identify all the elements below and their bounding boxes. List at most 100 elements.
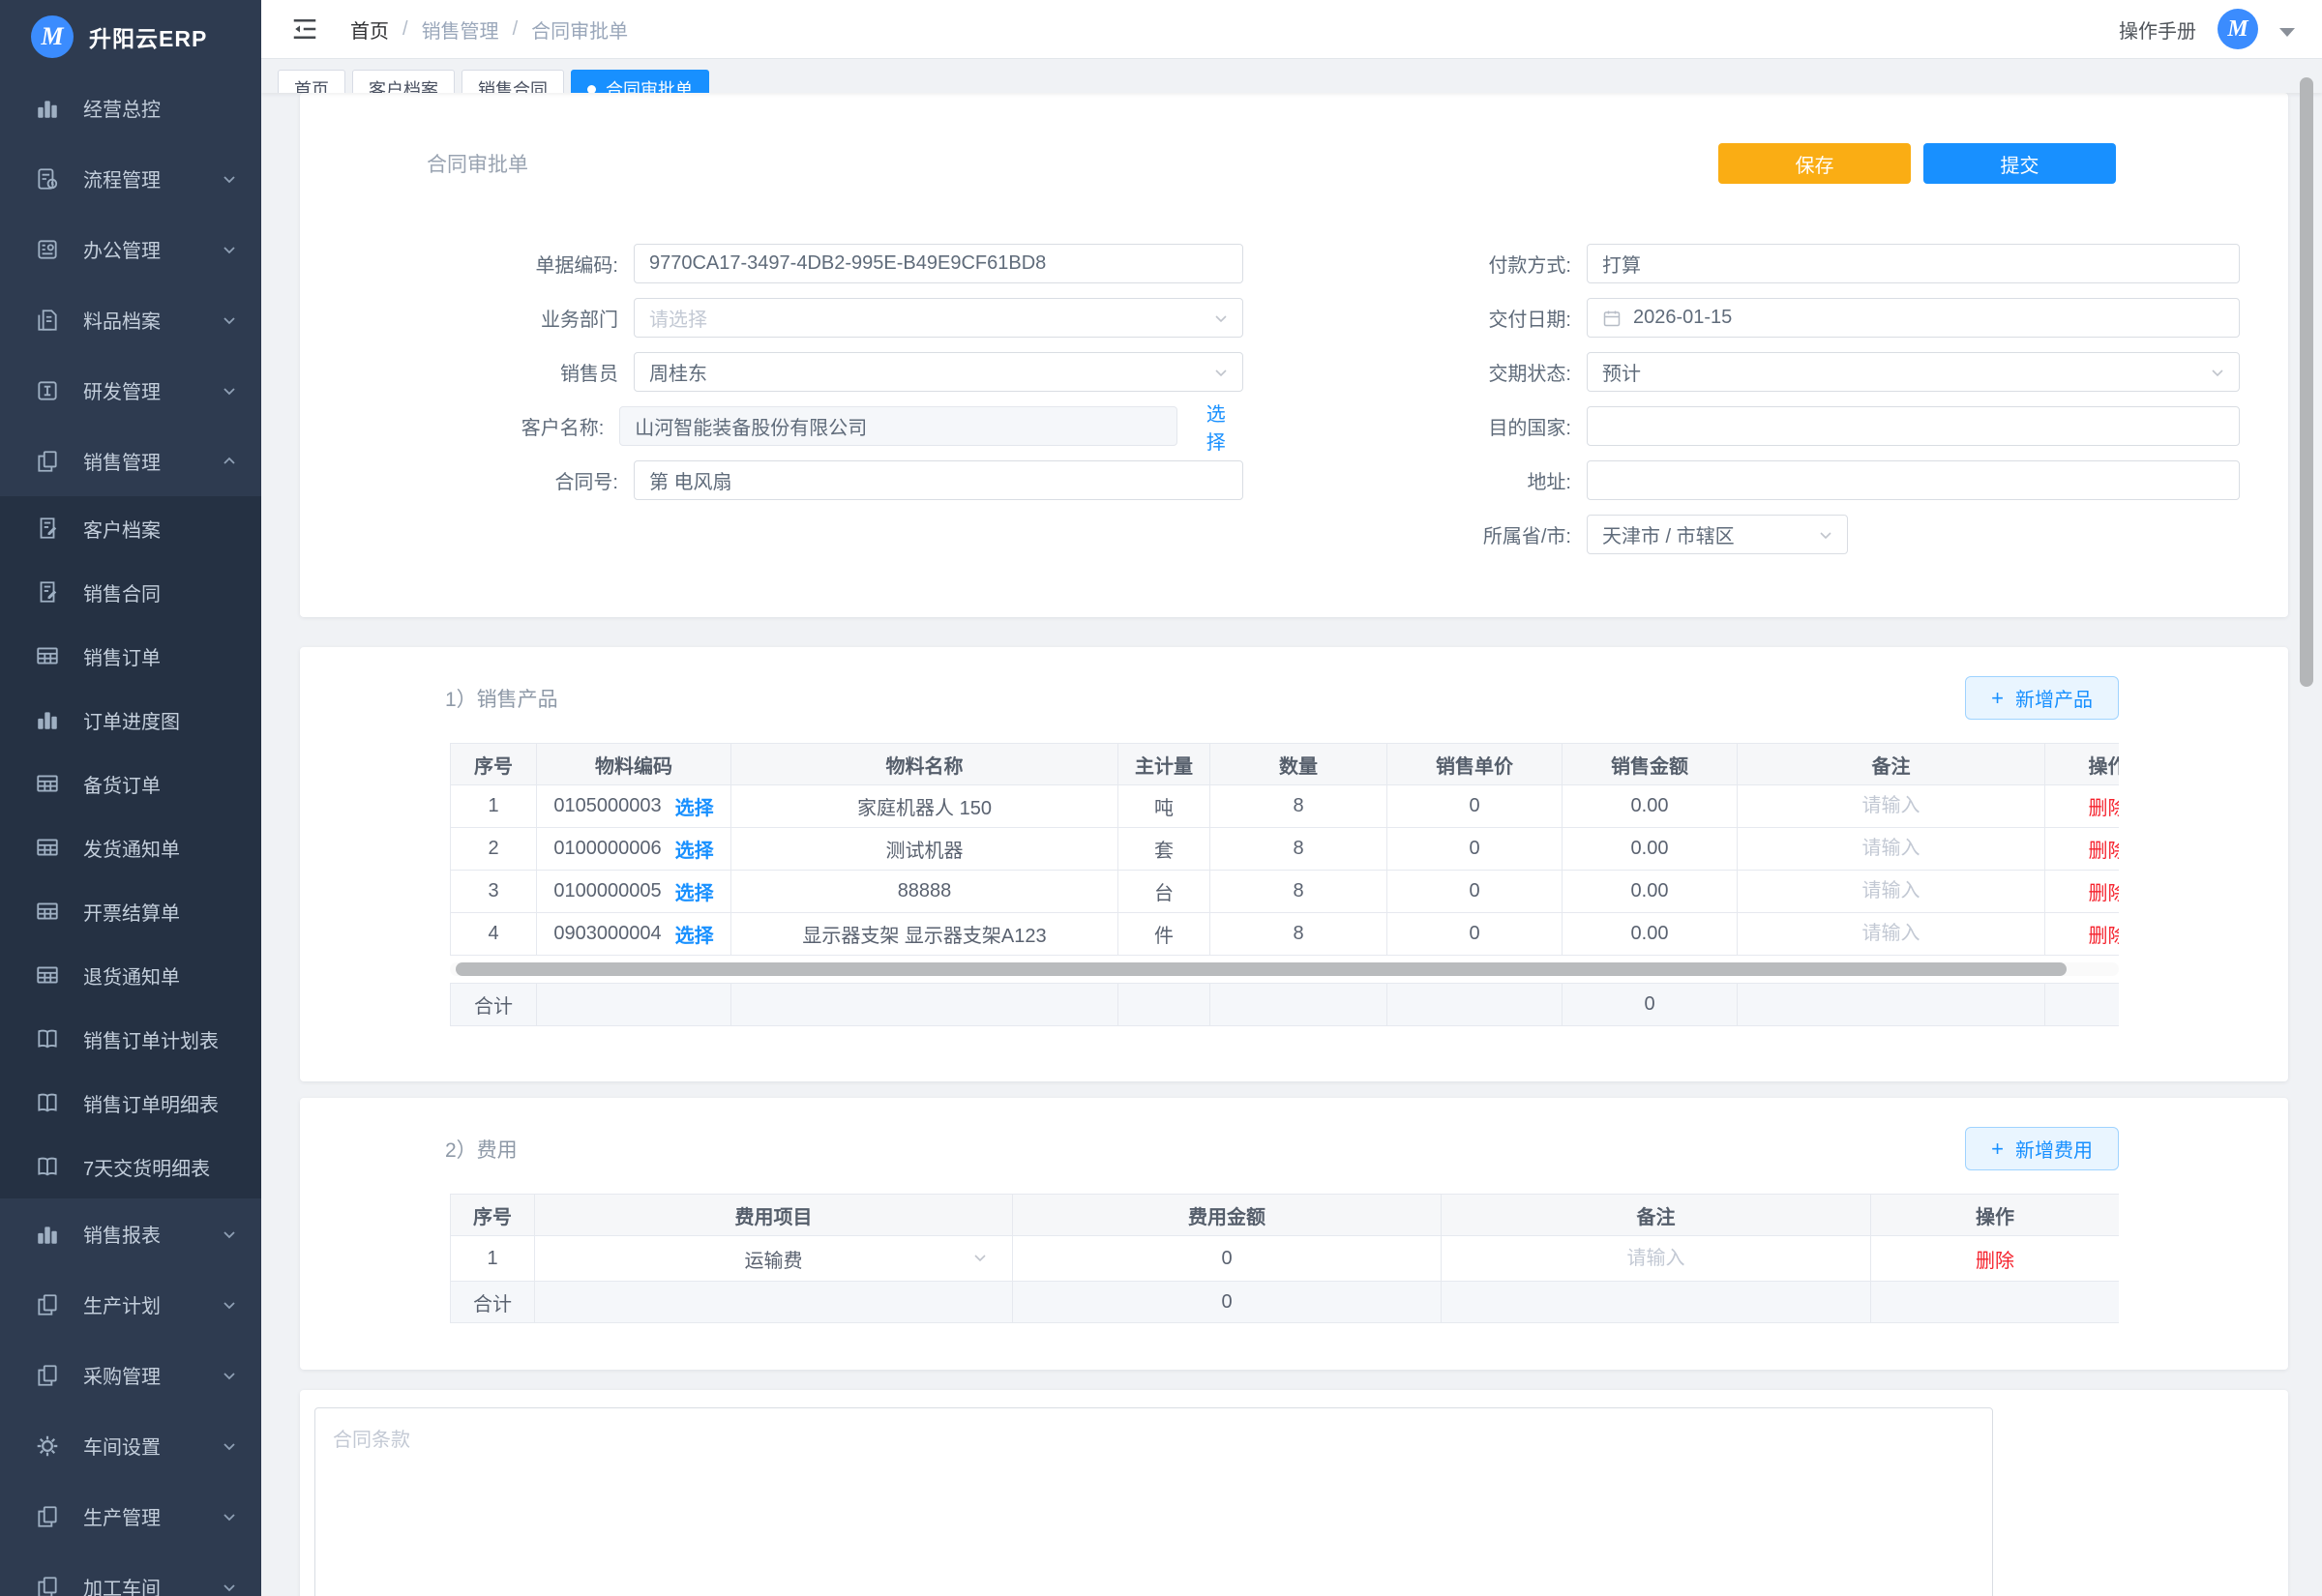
fee-item-select[interactable]: 运输费	[535, 1236, 1013, 1282]
sidebar-item-return-notice[interactable]: 退货通知单	[0, 943, 261, 1007]
chevron-up-icon	[223, 455, 236, 468]
remark-input[interactable]	[1750, 923, 2033, 945]
sidebar-item-processing-workshop[interactable]: 加工车间	[0, 1552, 261, 1596]
delivery-status-select[interactable]: 预计	[1587, 352, 2240, 392]
content: 合同审批单 保存 提交 单据编码: 业务部门 请选择	[261, 93, 2322, 1596]
tab-contract-approval[interactable]: 合同审批单	[571, 70, 709, 93]
col-header-action: 操作	[1871, 1195, 2120, 1236]
sidebar-item-process-mgmt[interactable]: 流程管理	[0, 143, 261, 214]
doc-edit-icon	[35, 579, 60, 605]
copy-doc-icon	[35, 1363, 60, 1388]
col-header-no: 序号	[451, 1195, 535, 1236]
sidebar-item-label: 备货订单	[83, 770, 161, 798]
sidebar-item-production-mgmt[interactable]: 生产管理	[0, 1481, 261, 1552]
submit-button[interactable]: 提交	[1923, 143, 2116, 184]
sidebar-item-sales-order[interactable]: 销售订单	[0, 624, 261, 688]
app-logo[interactable]: M 升阳云ERP	[0, 0, 261, 73]
delete-row-link[interactable]: 删除	[2089, 926, 2120, 947]
tab-home[interactable]: 首页	[278, 70, 345, 93]
customer-select-link[interactable]: 选择	[1206, 399, 1243, 455]
material-code: 0903000004	[553, 923, 661, 945]
remark-input[interactable]	[1750, 838, 2033, 860]
select-material-link[interactable]: 选择	[675, 920, 714, 948]
sidebar-item-sales-order-plan[interactable]: 销售订单计划表	[0, 1007, 261, 1071]
sidebar-item-label: 销售管理	[83, 447, 161, 475]
table-row: 3 0100000005选择 88888 台 8 0 0.00 删除	[451, 871, 2120, 913]
flow-doc-icon	[35, 166, 60, 192]
total-amount: 0	[1013, 1282, 1442, 1323]
manual-link[interactable]: 操作手册	[2119, 15, 2196, 44]
tab-label: 首页	[294, 76, 329, 93]
sidebar-item-sales-report[interactable]: 销售报表	[0, 1198, 261, 1269]
sidebar-item-order-progress-chart[interactable]: 订单进度图	[0, 688, 261, 752]
address-field[interactable]	[1602, 469, 2224, 491]
remark-input[interactable]	[1459, 1248, 1854, 1270]
user-menu-caret-icon[interactable]	[2279, 28, 2295, 37]
select-material-link[interactable]: 选择	[675, 877, 714, 905]
sidebar-item-sales-mgmt[interactable]: 销售管理	[0, 426, 261, 496]
sidebar-item-label: 加工车间	[83, 1573, 161, 1596]
salesman-select[interactable]: 周桂东	[634, 352, 1243, 392]
sidebar-submenu-sales: 客户档案 销售合同 销售订单 订单进度图 备货订单 发货通知单 开票结算单 退	[0, 496, 261, 1198]
chevron-down-icon	[972, 1250, 988, 1265]
chevron-down-icon	[223, 1510, 236, 1523]
dest-country-field[interactable]	[1602, 415, 2224, 437]
sidebar-item-sales-contract[interactable]: 销售合同	[0, 560, 261, 624]
open-book-icon	[35, 1026, 60, 1051]
sidebar-item-invoice-settlement[interactable]: 开票结算单	[0, 879, 261, 943]
app-title: 升阳云ERP	[89, 20, 207, 53]
copy-doc-icon	[35, 1292, 60, 1317]
save-button[interactable]: 保存	[1718, 143, 1911, 184]
delete-row-link[interactable]: 删除	[2089, 883, 2120, 904]
table-icon	[35, 771, 60, 796]
tab-customer-archive[interactable]: 客户档案	[352, 70, 455, 93]
department-select[interactable]: 请选择	[634, 298, 1243, 338]
col-header-code: 物料编码	[537, 744, 731, 785]
customer-field: 山河智能装备股份有限公司	[619, 406, 1177, 446]
delete-row-link[interactable]: 删除	[1976, 1251, 2014, 1272]
province-cascader[interactable]: 天津市 / 市辖区	[1587, 515, 1848, 554]
delete-row-link[interactable]: 删除	[2089, 841, 2120, 862]
sidebar-item-rnd-mgmt[interactable]: 研发管理	[0, 355, 261, 426]
add-product-button[interactable]: + 新增产品	[1965, 676, 2119, 720]
sidebar-item-customer-archive[interactable]: 客户档案	[0, 496, 261, 560]
horizontal-scrollbar-thumb[interactable]	[456, 962, 2067, 976]
sidebar-item-office-mgmt[interactable]: 办公管理	[0, 214, 261, 284]
sidebar-item-label: 生产计划	[83, 1290, 161, 1318]
table-row: 2 0100000006选择 测试机器 套 8 0 0.00 删除	[451, 828, 2120, 871]
add-fee-button[interactable]: + 新增费用	[1965, 1127, 2119, 1170]
sidebar-item-material-archive[interactable]: 料品档案	[0, 284, 261, 355]
sidebar-item-label: 开票结算单	[83, 898, 180, 926]
doc-code-field[interactable]	[649, 252, 1228, 275]
sidebar-item-purchase-mgmt[interactable]: 采购管理	[0, 1340, 261, 1410]
payment-field[interactable]	[1602, 252, 2224, 275]
products-total-table: 合计 0	[450, 983, 2119, 1026]
department-placeholder: 请选择	[649, 304, 707, 332]
fees-section-title: 2）费用	[445, 1135, 518, 1164]
avatar[interactable]: M	[2218, 9, 2258, 49]
contract-terms-textarea[interactable]	[314, 1407, 1993, 1596]
sidebar-item-sales-order-detail[interactable]: 销售订单明细表	[0, 1071, 261, 1135]
sidebar-item-7day-delivery-detail[interactable]: 7天交货明细表	[0, 1135, 261, 1198]
sidebar-item-workshop-settings[interactable]: 车间设置	[0, 1410, 261, 1481]
sidebar-item-production-plan[interactable]: 生产计划	[0, 1269, 261, 1340]
remark-input[interactable]	[1750, 880, 2033, 902]
select-material-link[interactable]: 选择	[675, 792, 714, 820]
fee-item-value: 运输费	[745, 1251, 803, 1272]
chevron-down-icon	[1818, 527, 1833, 543]
sidebar-item-business-overview[interactable]: 经营总控	[0, 73, 261, 143]
horizontal-scrollbar-track	[450, 962, 2119, 976]
payment-label: 付款方式:	[1243, 250, 1587, 278]
contract-no-field[interactable]	[649, 469, 1228, 491]
breadcrumb-home[interactable]: 首页	[350, 15, 389, 44]
vertical-scrollbar-thumb[interactable]	[2300, 77, 2313, 687]
select-material-link[interactable]: 选择	[675, 835, 714, 863]
delivery-date-value: 2026-01-15	[1633, 307, 1732, 329]
sidebar-item-shipping-notice[interactable]: 发货通知单	[0, 815, 261, 879]
sidebar-collapse-icon[interactable]	[290, 15, 319, 44]
remark-input[interactable]	[1750, 795, 2033, 817]
delivery-date-picker[interactable]: 2026-01-15	[1587, 298, 2240, 338]
sidebar-item-stock-order[interactable]: 备货订单	[0, 752, 261, 815]
delete-row-link[interactable]: 删除	[2089, 798, 2120, 819]
tab-sales-contract[interactable]: 销售合同	[461, 70, 564, 93]
